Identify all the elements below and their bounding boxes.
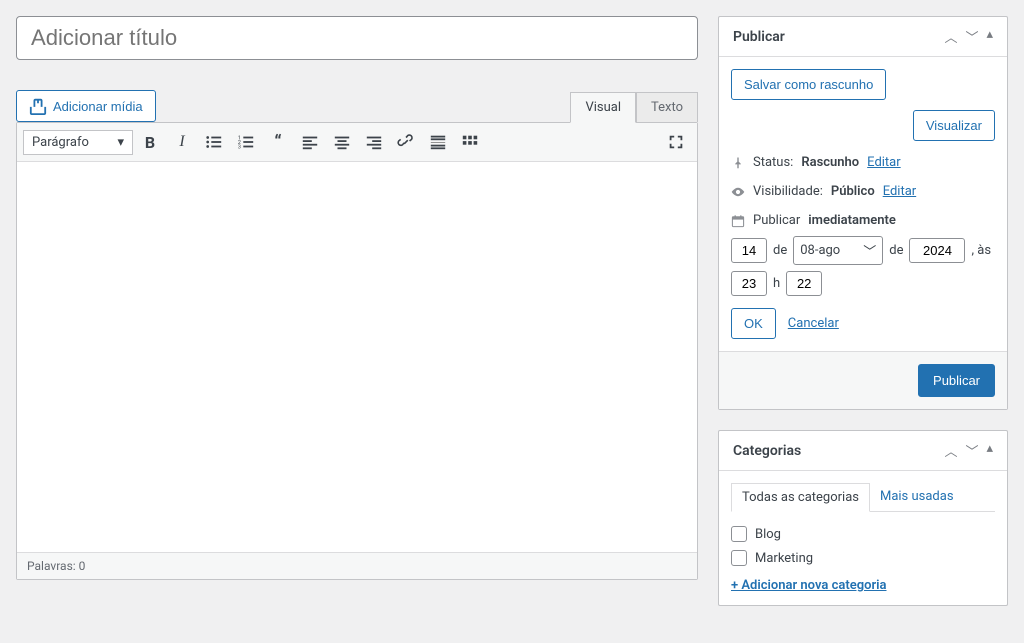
category-checkbox[interactable]: [731, 526, 747, 542]
add-media-button[interactable]: Adicionar mídia: [16, 90, 156, 122]
align-center-button[interactable]: [327, 127, 357, 157]
align-right-button[interactable]: [359, 127, 389, 157]
add-category-link[interactable]: + Adicionar nova categoria: [731, 578, 887, 593]
tab-most-used[interactable]: Mais usadas: [870, 483, 964, 511]
align-left-button[interactable]: [295, 127, 325, 157]
hour-input[interactable]: [731, 271, 767, 296]
publish-heading: Publicar: [733, 29, 785, 45]
categories-heading: Categorias: [733, 443, 801, 459]
day-input[interactable]: [731, 238, 767, 263]
move-up-icon[interactable]: ︿: [944, 27, 957, 46]
editor-toolbar: Parágrafo ▾ B I 123 “: [17, 123, 697, 162]
category-label: Marketing: [755, 551, 813, 566]
editor-content-area[interactable]: [17, 162, 697, 552]
cancel-link[interactable]: Cancelar: [788, 316, 839, 331]
move-down-icon[interactable]: ﹀: [965, 441, 978, 460]
month-value: 08-ago: [800, 243, 840, 258]
publish-box: Publicar ︿ ﹀ ▴ Salvar como rascunho Visu…: [718, 16, 1008, 410]
month-select[interactable]: 08-ago ﹀: [793, 236, 883, 265]
edit-status-link[interactable]: Editar: [867, 155, 901, 170]
paragraph-label: Parágrafo: [32, 135, 89, 150]
ok-button[interactable]: OK: [731, 308, 776, 339]
number-list-button[interactable]: 123: [231, 127, 261, 157]
editor-mode-tabs: Visual Texto: [570, 92, 698, 122]
visibility-value: Público: [831, 184, 875, 199]
add-media-label: Adicionar mídia: [53, 99, 143, 114]
status-value: Rascunho: [801, 155, 859, 170]
pin-icon: [731, 156, 745, 170]
svg-text:3: 3: [238, 144, 241, 150]
post-title-input[interactable]: [16, 16, 698, 60]
category-item: Blog: [731, 522, 995, 546]
calendar-icon: [731, 214, 745, 228]
of-label-1: de: [773, 243, 787, 258]
category-checkbox[interactable]: [731, 550, 747, 566]
collapse-icon[interactable]: ▴: [986, 441, 993, 460]
italic-button[interactable]: I: [167, 127, 197, 157]
tab-text[interactable]: Texto: [636, 92, 698, 122]
at-label: , às: [971, 243, 991, 258]
paragraph-format-select[interactable]: Parágrafo ▾: [23, 130, 133, 155]
readmore-button[interactable]: [423, 127, 453, 157]
chevron-down-icon: ▾: [117, 135, 124, 150]
tab-all-categories[interactable]: Todas as categorias: [731, 483, 870, 512]
bold-button[interactable]: B: [135, 127, 165, 157]
fullscreen-button[interactable]: [661, 127, 691, 157]
preview-button[interactable]: Visualizar: [913, 110, 995, 141]
chevron-down-icon: ﹀: [863, 241, 876, 260]
publish-time-value: imediatamente: [808, 213, 896, 228]
move-down-icon[interactable]: ﹀: [965, 27, 978, 46]
h-label: h: [773, 276, 780, 291]
year-input[interactable]: [909, 238, 965, 263]
link-button[interactable]: [391, 127, 421, 157]
bullet-list-button[interactable]: [199, 127, 229, 157]
minute-input[interactable]: [786, 271, 822, 296]
category-label: Blog: [755, 527, 781, 542]
media-icon: [29, 97, 47, 115]
of-label-2: de: [889, 243, 903, 258]
schedule-date-picker: de 08-ago ﹀ de , às h: [731, 236, 995, 296]
tab-visual[interactable]: Visual: [570, 92, 636, 123]
visibility-label: Visibilidade:: [753, 184, 823, 199]
category-item: Marketing: [731, 546, 995, 570]
categories-box: Categorias ︿ ﹀ ▴ Todas as categorias Mai…: [718, 430, 1008, 606]
word-count-status: Palavras: 0: [17, 552, 697, 579]
save-draft-button[interactable]: Salvar como rascunho: [731, 69, 886, 100]
editor-container: Parágrafo ▾ B I 123 “ Palavras: 0: [16, 122, 698, 580]
blockquote-button[interactable]: “: [263, 127, 293, 157]
publish-time-label: Publicar: [753, 213, 800, 228]
edit-visibility-link[interactable]: Editar: [883, 184, 917, 199]
move-up-icon[interactable]: ︿: [944, 441, 957, 460]
toolbar-toggle-button[interactable]: [455, 127, 485, 157]
status-label: Status:: [753, 155, 793, 170]
eye-icon: [731, 185, 745, 199]
publish-button[interactable]: Publicar: [918, 364, 995, 397]
collapse-icon[interactable]: ▴: [986, 27, 993, 46]
